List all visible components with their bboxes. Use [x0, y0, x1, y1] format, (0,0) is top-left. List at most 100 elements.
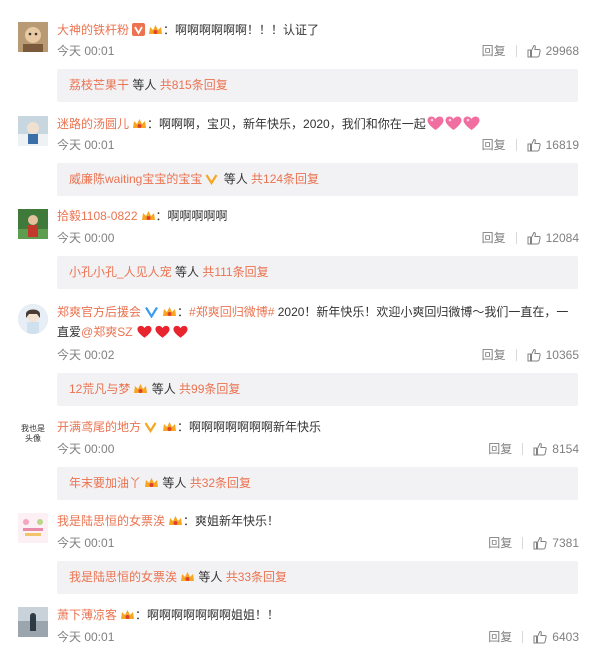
like-count: 7381 [552, 536, 579, 550]
username-link[interactable]: 开满鸢尾的地方 [57, 420, 141, 434]
sub-reply-user[interactable]: 威廉陈waiting宝宝的宝宝 [69, 172, 202, 186]
vip-crown-icon [162, 304, 177, 317]
like-button[interactable]: 10365 [527, 347, 579, 363]
comment-text-line: 萧下薄凉客 ：啊啊啊啊啊啊啊姐姐！！ [57, 605, 579, 625]
sub-reply-user[interactable]: 12荒凡与梦 [69, 382, 130, 396]
comment-text-line: 拾毅1108-0822 ：啊啊啊啊啊 [57, 206, 579, 226]
divider [515, 232, 517, 244]
verified-icon [144, 304, 159, 319]
heart-emoji [427, 116, 444, 131]
like-count: 8154 [552, 442, 579, 456]
vip-crown-icon [162, 419, 177, 432]
like-count: 12084 [545, 231, 579, 245]
sub-reply-user[interactable]: 我是陆思恒的女票涘 [69, 570, 177, 584]
reply-button[interactable]: 回复 [488, 441, 512, 457]
sub-reply-box[interactable]: 12荒凡与梦 等人 共99条回复 [57, 373, 578, 406]
sub-reply-mid: 等人 [159, 476, 190, 490]
comment-body: ：啊啊啊啊啊啊啊姐姐！！ [135, 608, 280, 622]
vip-crown-icon [144, 469, 159, 487]
reply-button[interactable]: 回复 [482, 347, 506, 363]
timestamp: 今天 00:01 [57, 630, 115, 644]
like-icon [533, 630, 547, 644]
like-button[interactable]: 7381 [533, 535, 579, 551]
verified-icon [132, 22, 146, 36]
comment-text-line: 我是陆思恒的女票涘 ：爽姐新年快乐！ [57, 511, 579, 531]
reply-button[interactable]: 回复 [482, 43, 506, 59]
comment-body: 2020！新年快乐！欢迎小爽回归微博～我们一直在，一 [274, 305, 569, 319]
sub-reply-mid: 等人 [129, 78, 160, 92]
verified-icon [144, 419, 159, 434]
vip-crown-icon [168, 513, 183, 526]
comment-actions: 回复 7381 [488, 535, 579, 551]
sub-reply-user[interactable]: 荔枝芒果干 [69, 78, 129, 92]
heart-emoji [445, 116, 462, 131]
username-link[interactable]: 迷路的汤圆儿 [57, 117, 129, 131]
timestamp: 今天 00:01 [57, 44, 115, 58]
sub-reply-user[interactable]: 小孔小孔_人见人宠 [69, 265, 172, 279]
vip-crown-icon [132, 116, 147, 129]
like-button[interactable]: 12084 [527, 230, 579, 246]
comment-actions: 回复 12084 [482, 230, 579, 246]
verified-icon [205, 165, 220, 186]
avatar[interactable] [18, 304, 48, 334]
like-button[interactable]: 8154 [533, 441, 579, 457]
hashtag-link[interactable]: #郑爽回归微博# [189, 305, 274, 319]
divider [515, 45, 517, 57]
comment-text-line: 大神的铁杆粉 ：啊啊啊啊啊啊！！！认证了 [57, 20, 579, 40]
sub-reply-box[interactable]: 威廉陈waiting宝宝的宝宝 等人 共124条回复 [57, 163, 578, 196]
reply-button[interactable]: 回复 [488, 629, 512, 645]
like-icon [533, 442, 547, 456]
avatar[interactable] [18, 22, 48, 52]
sub-reply-total[interactable]: 共33条回复 [226, 570, 287, 584]
avatar[interactable]: 我也是头像 [18, 419, 48, 449]
heart-emoji [172, 325, 190, 340]
like-count: 10365 [545, 348, 579, 362]
comment-text-line-2: 直爱@郑爽SZ [57, 322, 579, 342]
sub-reply-box[interactable]: 我是陆思恒的女票涘 等人 共33条回复 [57, 561, 578, 594]
heart-emoji [136, 325, 154, 340]
sub-reply-total[interactable]: 共111条回复 [202, 265, 268, 279]
like-icon [527, 348, 541, 362]
timestamp: 今天 00:01 [57, 138, 115, 152]
like-button[interactable]: 6403 [533, 629, 579, 645]
sub-reply-user[interactable]: 年末要加油丫 [69, 476, 141, 490]
sub-reply-box[interactable]: 年末要加油丫 等人 共32条回复 [57, 467, 578, 500]
username-link[interactable]: 郑爽官方后援会 [57, 305, 141, 319]
comment-body: ：啊啊啊啊啊 [155, 209, 228, 223]
timestamp: 今天 00:00 [57, 442, 115, 456]
like-count: 29968 [545, 44, 579, 58]
like-button[interactable]: 16819 [527, 137, 579, 153]
username-link[interactable]: 拾毅1108-0822 [57, 209, 138, 223]
divider [522, 443, 524, 455]
username-link[interactable]: 大神的铁杆粉 [57, 23, 129, 37]
comment-text-line: 迷路的汤圆儿 ：啊啊啊，宝贝，新年快乐，2020，我们和你在一起 [57, 114, 579, 134]
sub-reply-box[interactable]: 小孔小孔_人见人宠 等人 共111条回复 [57, 256, 578, 289]
divider [515, 349, 517, 361]
sub-reply-total[interactable]: 共124条回复 [251, 172, 319, 186]
avatar[interactable] [18, 116, 48, 146]
comment-actions: 回复 6403 [488, 629, 579, 645]
avatar[interactable] [18, 607, 48, 637]
comment-text-line: 开满鸢尾的地方 ：啊啊啊啊啊啊啊新年快乐 [57, 417, 579, 437]
vip-crown-icon [148, 22, 163, 35]
comment-body: ：啊啊啊啊啊啊啊新年快乐 [177, 420, 322, 434]
heart-emoji [463, 116, 480, 131]
sub-reply-box[interactable]: 荔枝芒果干 等人 共815条回复 [57, 69, 578, 102]
reply-button[interactable]: 回复 [488, 535, 512, 551]
avatar[interactable] [18, 209, 48, 239]
sub-reply-total[interactable]: 共99条回复 [179, 382, 240, 396]
comment-body-cont: 直爱 [57, 325, 82, 339]
sub-reply-mid: 等人 [195, 570, 226, 584]
username-link[interactable]: 我是陆思恒的女票涘 [57, 514, 165, 528]
mention-link[interactable]: @郑爽SZ [81, 325, 133, 339]
reply-button[interactable]: 回复 [482, 137, 506, 153]
avatar[interactable] [18, 513, 48, 543]
username-link[interactable]: 萧下薄凉客 [57, 608, 117, 622]
sub-reply-total[interactable]: 共32条回复 [190, 476, 251, 490]
reply-button[interactable]: 回复 [482, 230, 506, 246]
like-count: 16819 [545, 138, 579, 152]
sub-reply-total[interactable]: 共815条回复 [160, 78, 228, 92]
like-button[interactable]: 29968 [527, 43, 579, 59]
like-count: 6403 [552, 630, 579, 644]
comment-actions: 回复 8154 [488, 441, 579, 457]
